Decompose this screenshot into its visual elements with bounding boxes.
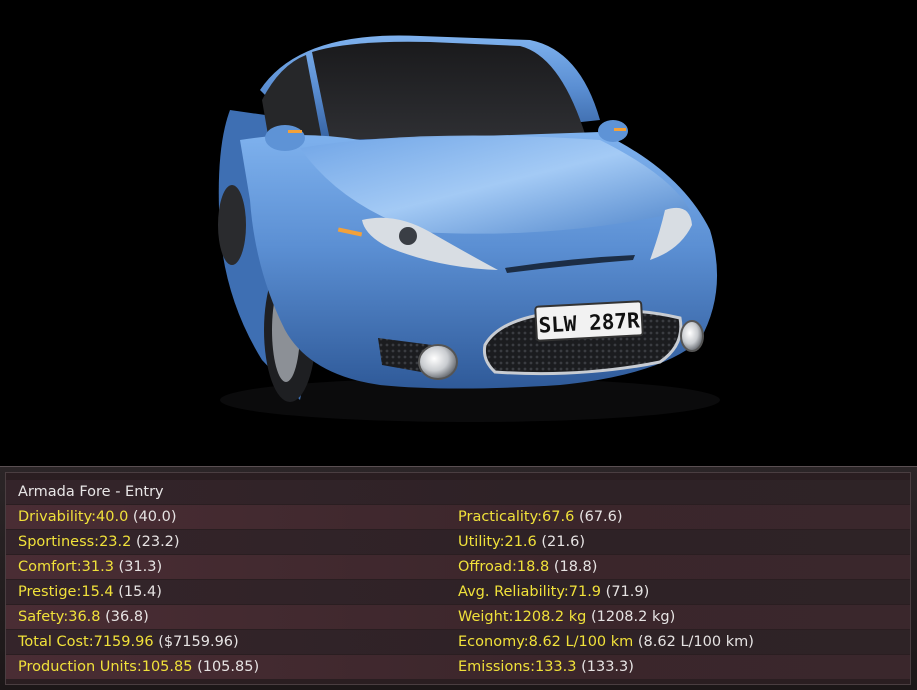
stat-label: Practicality: (458, 509, 543, 525)
stat-reference-value: (18.8) (553, 559, 598, 575)
stats-table: Armada Fore - Entry Drivability:40.0 (40… (5, 472, 911, 685)
stat-cell: Sportiness:23.2 (23.2) (18, 530, 180, 554)
stat-label: Drivability: (18, 509, 97, 525)
stats-row: Drivability:40.0 (40.0) Practicality:67.6… (6, 505, 910, 529)
stat-value: 40.0 (96, 509, 129, 525)
stat-value: 8.62 L/100 km (528, 634, 634, 650)
stat-reference-value: (31.3) (118, 559, 163, 575)
stat-value: 7159.96 (93, 634, 154, 650)
stat-reference-value: (105.85) (197, 659, 260, 675)
stat-reference-value: (1208.2 kg) (590, 609, 676, 625)
stat-reference-value: (8.62 L/100 km) (637, 634, 754, 650)
stat-value: 21.6 (504, 534, 537, 550)
stat-label: Prestige: (18, 584, 82, 600)
stat-label: Utility: (458, 534, 505, 550)
stat-value: 133.3 (534, 659, 577, 675)
stat-label: Comfort: (18, 559, 82, 575)
stat-label: Weight: (458, 609, 514, 625)
stat-reference-value: (21.6) (541, 534, 585, 550)
stat-cell: Prestige:15.4 (15.4) (18, 580, 162, 604)
stat-label: Production Units: (18, 659, 142, 675)
stat-value: 18.8 (516, 559, 550, 575)
stat-value: 31.3 (81, 559, 114, 575)
stat-label: Safety: (18, 609, 69, 625)
left-fog-light (418, 344, 458, 380)
stat-cell: Practicality:67.6 (67.6) (458, 505, 623, 529)
stat-cell: Emissions:133.3 (133.3) (458, 655, 634, 679)
stats-title-row: Armada Fore - Entry (6, 480, 910, 504)
stat-value: 105.85 (141, 659, 193, 675)
right-fog-light (680, 320, 704, 352)
stat-value: 67.6 (542, 509, 575, 525)
stat-cell: Offroad:18.8 (18.8) (458, 555, 597, 579)
stat-cell: Avg. Reliability:71.9 (71.9) (458, 580, 649, 604)
stat-cell: Drivability:40.0 (40.0) (18, 505, 177, 529)
stats-row: Prestige:15.4 (15.4) Avg. Reliability:71.… (6, 580, 910, 604)
rear-wheel (218, 185, 246, 265)
car-preview-viewport[interactable]: SLW 287R (0, 0, 917, 466)
stats-row: Comfort:31.3 (31.3) Offroad:18.8 (18.8) (6, 555, 910, 579)
stat-cell: Comfort:31.3 (31.3) (18, 555, 162, 579)
stats-row: Sportiness:23.2 (23.2) Utility:21.6 (21.6… (6, 530, 910, 554)
stat-value: 36.8 (68, 609, 101, 625)
left-mirror (265, 125, 305, 151)
stat-reference-value: (15.4) (118, 584, 162, 600)
stat-cell: Weight:1208.2 kg (1208.2 kg) (458, 605, 675, 629)
stat-reference-value: (133.3) (581, 659, 634, 675)
stat-label: Offroad: (458, 559, 517, 575)
mirror-indicator (614, 128, 626, 131)
car-model[interactable]: SLW 287R (0, 0, 917, 466)
stat-value: 23.2 (99, 534, 132, 550)
stat-label: Sportiness: (18, 534, 100, 550)
mirror-indicator (288, 130, 302, 133)
stat-value: 15.4 (81, 584, 114, 600)
stat-label: Emissions: (458, 659, 535, 675)
stat-value: 1208.2 kg (513, 609, 587, 625)
stats-panel: Armada Fore - Entry Drivability:40.0 (40… (0, 466, 917, 690)
stats-row: Total Cost:7159.96 ($7159.96) Economy:8.6… (6, 630, 910, 654)
vehicle-title: Armada Fore - Entry (18, 484, 164, 500)
stat-cell: Utility:21.6 (21.6) (458, 530, 585, 554)
stat-cell: Total Cost:7159.96 ($7159.96) (18, 630, 239, 654)
stat-value: 71.9 (568, 584, 602, 600)
stat-reference-value: (67.6) (578, 509, 623, 525)
stat-cell: Safety:36.8 (36.8) (18, 605, 149, 629)
stat-cell: Production Units:105.85 (105.85) (18, 655, 259, 679)
stat-reference-value: (71.9) (605, 584, 650, 600)
stat-cell: Economy:8.62 L/100 km (8.62 L/100 km) (458, 630, 754, 654)
stat-label: Total Cost: (18, 634, 94, 650)
stat-reference-value: ($7159.96) (158, 634, 239, 650)
stats-row: Safety:36.8 (36.8) Weight:1208.2 kg (1208… (6, 605, 910, 629)
stat-reference-value: (40.0) (132, 509, 177, 525)
stat-label: Avg. Reliability: (458, 584, 569, 600)
left-headlight-lens (399, 227, 417, 245)
stat-reference-value: (23.2) (135, 534, 180, 550)
stat-reference-value: (36.8) (105, 609, 149, 625)
stats-row: Production Units:105.85 (105.85) Emission… (6, 655, 910, 679)
stat-label: Economy: (458, 634, 529, 650)
